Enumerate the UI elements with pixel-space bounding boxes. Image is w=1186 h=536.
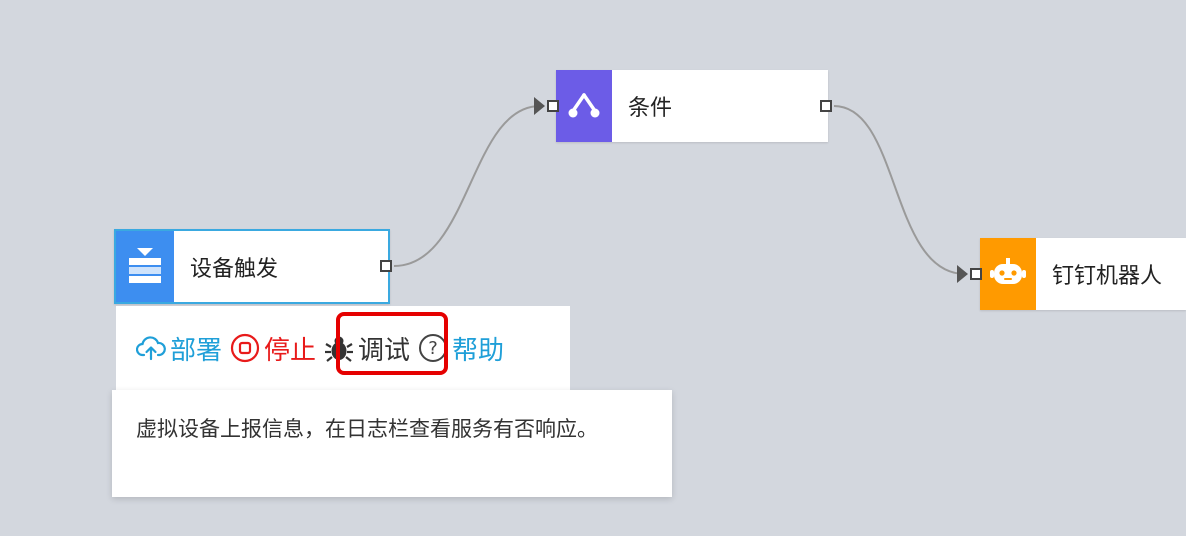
robot-input-port[interactable] — [970, 268, 982, 280]
cloud-upload-icon — [136, 335, 166, 361]
device-trigger-output-port[interactable] — [380, 260, 392, 272]
device-trigger-label: 设备触发 — [190, 256, 279, 282]
device-trigger-icon — [126, 245, 164, 289]
condition-input-arrow — [534, 97, 545, 115]
stop-label: 停止 — [264, 335, 317, 366]
debug-tooltip: 虚拟设备上报信息，在日志栏查看服务有否响应。 — [112, 390, 672, 497]
wire-condition-to-robot — [833, 105, 966, 275]
stop-button[interactable]: 停止 — [230, 330, 316, 367]
device-trigger-tile — [116, 231, 174, 302]
help-label: 帮助 — [452, 335, 505, 366]
condition-output-port[interactable] — [820, 100, 832, 112]
tooltip-text: 虚拟设备上报信息，在日志栏查看服务有否响应。 — [136, 417, 598, 441]
branch-icon — [566, 89, 602, 123]
robot-icon — [989, 255, 1027, 293]
debug-highlight-box — [336, 312, 448, 375]
dingtalk-robot-node[interactable]: 钉钉机器人 — [980, 238, 1186, 310]
deploy-button[interactable]: 部署 — [136, 330, 222, 367]
wire-trigger-to-condition — [393, 105, 541, 267]
condition-label: 条件 — [628, 96, 673, 121]
condition-node[interactable]: 条件 — [556, 70, 828, 142]
condition-tile — [556, 70, 612, 142]
deploy-label: 部署 — [170, 335, 223, 366]
tooltip-caret — [378, 377, 404, 390]
dingtalk-robot-label: 钉钉机器人 — [1052, 264, 1163, 289]
device-trigger-node[interactable]: 设备触发 — [114, 229, 390, 304]
flow-canvas[interactable]: 条件 设备触发 钉钉机器人 部署 停止 调试 ? 帮助 虚拟设备上报信息，在日志… — [0, 0, 1186, 536]
robot-tile — [980, 238, 1036, 310]
condition-input-port[interactable] — [547, 100, 559, 112]
robot-input-arrow — [957, 265, 968, 283]
stop-icon — [230, 333, 260, 363]
